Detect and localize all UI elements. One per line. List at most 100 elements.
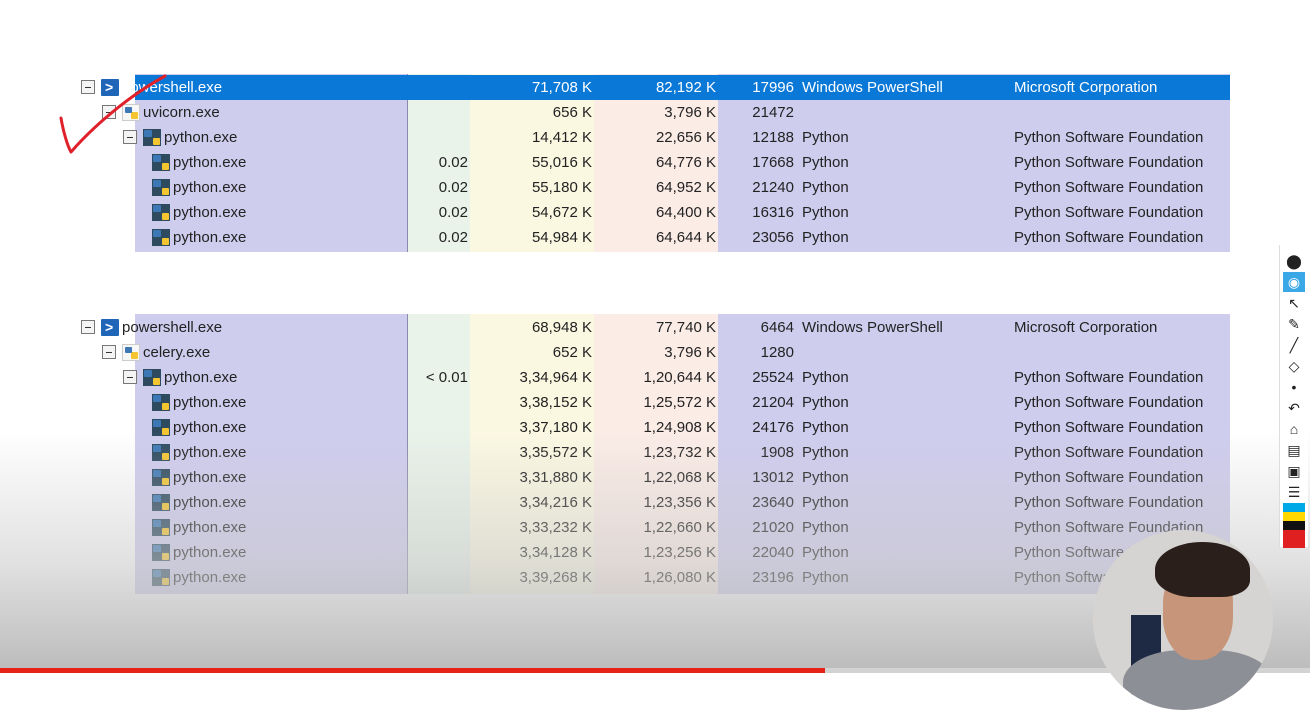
working-set-value: 64,400 K [655,204,716,221]
private-bytes-value: 54,984 K [531,229,592,246]
camera-icon[interactable]: ▣ [1283,461,1305,481]
collapse-toggle-icon[interactable] [81,320,95,334]
collapse-toggle-icon[interactable] [102,345,116,359]
description-value: Python [802,179,849,196]
whiteboard-icon[interactable]: ▤ [1283,440,1305,460]
cursor-icon[interactable]: ↖ [1283,293,1305,313]
description-value: Python [802,154,849,171]
private-bytes-value: 656 K [552,104,592,121]
highlighter-icon[interactable]: ✎ [1283,314,1305,334]
python-icon [152,444,170,461]
company-value: Python Software Foundation [1014,204,1204,221]
company-value: Python Software Foundation [1014,494,1204,511]
company-value: Python Software Foundation [1014,444,1204,461]
pid-value: 23056 [752,229,794,246]
cpu-value: 0.02 [438,229,468,246]
process-row[interactable]: python.exe 0.02 55,180 K 64,952 K 21240 Pytho… [78,175,1230,200]
working-set-value: 1,22,068 K [643,469,716,486]
company-value: Python Software Foundation [1014,129,1204,146]
pen-logo-icon[interactable]: ⬤ [1283,251,1305,271]
private-bytes-value: 3,39,268 K [519,569,592,586]
color-swatch[interactable] [1283,530,1305,539]
description-value: Python [802,494,849,511]
cpu-value [408,340,468,365]
process-tree-table-2: powershell.exe 68,948 K 77,740 K 6464 Window… [78,314,1230,594]
pid-value: 13012 [752,469,794,486]
private-bytes-value: 3,31,880 K [519,469,592,486]
process-row[interactable]: uvicorn.exe 656 K 3,796 K 21472 [78,100,1230,125]
process-row[interactable]: python.exe 3,37,180 K 1,24,908 K 24176 Pytho… [78,415,1230,440]
process-row[interactable]: python.exe 0.02 54,984 K 64,644 K 23056 Pytho… [78,225,1230,250]
process-row[interactable]: python.exe 0.02 54,672 K 64,400 K 16316 Pytho… [78,200,1230,225]
python-icon [152,419,170,436]
process-name: python.exe [173,519,247,536]
process-row[interactable]: python.exe 3,39,268 K 1,26,080 K 23196 Pytho… [78,565,1230,590]
color-swatch[interactable] [1283,503,1305,512]
company-value: Python Software Foundation [1014,469,1204,486]
pid-value: 22040 [752,544,794,561]
clipboard-icon[interactable]: ☰ [1283,482,1305,502]
company-value [1014,340,1230,365]
pid-value: 23640 [752,494,794,511]
process-row[interactable]: python.exe 14,412 K 22,656 K 12188 Python Pyt… [78,125,1230,150]
process-name: python.exe [173,544,247,561]
private-bytes-value: 3,33,232 K [519,519,592,536]
process-row[interactable]: python.exe 3,34,216 K 1,23,356 K 23640 Pytho… [78,490,1230,515]
undo-icon[interactable]: ↶ [1283,398,1305,418]
working-set-value: 1,20,644 K [643,369,716,386]
process-row[interactable]: python.exe 3,31,880 K 1,22,068 K 13012 Pytho… [78,465,1230,490]
private-bytes-value: 54,672 K [531,204,592,221]
process-row[interactable]: python.exe 3,33,232 K 1,22,660 K 21020 Pytho… [78,515,1230,540]
private-bytes-value: 3,34,964 K [519,369,592,386]
video-progress-fill [0,668,826,673]
description-value: Python [802,544,849,561]
cpu-value [408,515,468,540]
description-value: Python [802,229,849,246]
presenter-hair [1155,542,1250,597]
python-icon [152,204,170,221]
pen-icon[interactable]: ╱ [1283,335,1305,355]
python-icon [143,369,161,386]
process-name: python.exe [173,569,247,586]
process-name: python.exe [164,129,238,146]
python-icon [152,179,170,196]
private-bytes-value: 3,35,572 K [519,444,592,461]
company-value [1014,100,1230,125]
process-row[interactable]: python.exe 3,35,572 K 1,23,732 K 1908 Python… [78,440,1230,465]
process-row[interactable]: powershell.exe 68,948 K 77,740 K 6464 Window… [78,315,1230,340]
process-row[interactable]: python.exe 3,38,152 K 1,25,572 K 21204 Pytho… [78,390,1230,415]
description-value: Python [802,419,849,436]
process-row[interactable]: python.exe 0.02 55,016 K 64,776 K 17668 Pytho… [78,150,1230,175]
working-set-value: 82,192 K [655,79,716,96]
process-name: python.exe [173,444,247,461]
pid-value: 21204 [752,394,794,411]
pid-value: 24176 [752,419,794,436]
dot-icon[interactable]: • [1283,377,1305,397]
private-bytes-value: 3,37,180 K [519,419,592,436]
private-bytes-value: 14,412 K [531,129,592,146]
process-row[interactable]: powershell.exe71,708 K82,192 K17996Windo… [78,75,1230,100]
pid-value: 6464 [760,319,794,336]
cpu-value [408,100,468,125]
trash-icon[interactable]: ⌂ [1283,419,1305,439]
eraser-icon[interactable]: ◇ [1283,356,1305,376]
process-row[interactable]: celery.exe 652 K 3,796 K 1280 [78,340,1230,365]
description-value: Python [802,444,849,461]
process-name: python.exe [173,494,247,511]
process-name: python.exe [173,229,247,246]
cpu-value: 0.02 [438,204,468,221]
color-swatch[interactable] [1283,539,1305,548]
process-name: python.exe [173,419,247,436]
eye-icon[interactable]: ◉ [1283,272,1305,292]
process-row[interactable]: python.exe < 0.01 3,34,964 K 1,20,644 K 2552… [78,365,1230,390]
process-name: python.exe [173,469,247,486]
python-icon [152,544,170,561]
process-row[interactable]: python.exe 3,34,128 K 1,23,256 K 22040 Pytho… [78,540,1230,565]
python-icon [152,229,170,246]
cpu-value [408,75,468,100]
color-swatch[interactable] [1283,521,1305,530]
collapse-toggle-icon[interactable] [123,370,137,384]
color-swatch[interactable] [1283,512,1305,521]
working-set-value: 64,952 K [655,179,716,196]
process-name: celery.exe [143,344,211,361]
